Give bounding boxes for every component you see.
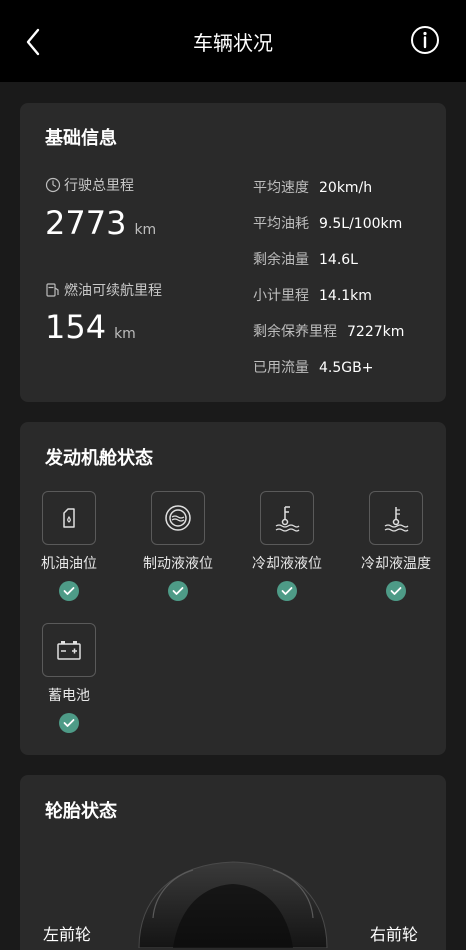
engine-item-brake-fluid[interactable]: 制动液液位 [130,491,226,601]
stat-trip: 小计里程 14.1km [253,285,372,305]
top-bar: 车辆状况 [0,0,466,82]
engine-item-label: 制动液液位 [143,556,213,572]
stat-key: 剩余保养里程 [253,324,337,340]
engine-item-oil-level[interactable]: 机油油位 [21,491,117,601]
engine-item-label: 冷却液温度 [361,556,431,572]
engine-item-coolant-level[interactable]: 冷却液液位 [239,491,335,601]
total-mileage-label-row: 行驶总里程 [45,175,134,195]
stat-value: 20km/h [319,180,373,196]
engine-item-label: 冷却液液位 [252,556,322,572]
speedometer-icon [45,177,61,193]
stat-value: 14.1km [319,288,372,304]
oil-can-icon [42,491,96,545]
engine-item-battery[interactable]: 蓄电池 [21,623,117,733]
car-top-view-image [138,861,328,948]
ok-check-icon [277,581,297,601]
stat-value: 7227km [347,324,405,340]
stat-key: 已用流量 [253,360,309,376]
stat-key: 平均油耗 [253,216,309,232]
range-label: 燃油可续航里程 [64,283,162,299]
total-mileage-value-row: 2773 km [45,204,156,242]
tire-status-card: 轮胎状态 左前轮 右前轮 [20,775,446,950]
stat-key: 小计里程 [253,288,309,304]
ok-check-icon [168,581,188,601]
stat-data-used: 已用流量 4.5GB+ [253,357,373,377]
stat-value: 4.5GB+ [319,360,374,376]
total-mileage-unit: km [134,222,157,238]
stat-key: 平均速度 [253,180,309,196]
fuel-pump-icon [46,283,59,297]
range-label-row: 燃油可续航里程 [45,280,162,300]
engine-status-title: 发动机舱状态 [45,448,153,469]
ok-check-icon [59,581,79,601]
info-icon[interactable] [409,24,441,56]
ok-check-icon [386,581,406,601]
front-left-tire-label: 左前轮 [43,925,92,944]
total-mileage-label: 行驶总里程 [64,178,134,194]
page-title: 车辆状况 [193,31,273,55]
stat-maintenance: 剩余保养里程 7227km [253,321,404,341]
coolant-temp-icon [369,491,423,545]
stat-avg-speed: 平均速度 20km/h [253,177,372,197]
total-mileage-value: 2773 [45,204,127,242]
stat-value: 14.6L [319,252,358,268]
range-value-row: 154 km [45,308,136,346]
ok-check-icon [59,713,79,733]
basic-info-title: 基础信息 [45,128,117,149]
stat-fuel-left: 剩余油量 14.6L [253,249,358,269]
engine-status-card: 发动机舱状态 机油油位 制动液液位 冷却液液位 冷却液温度 蓄电池 [20,422,446,755]
range-unit: km [114,326,136,342]
range-value: 154 [45,308,107,346]
engine-item-label: 机油油位 [41,556,97,572]
stat-value: 9.5L/100km [319,216,403,232]
front-right-tire-label: 右前轮 [370,925,419,944]
tire-status-title: 轮胎状态 [45,801,117,822]
brake-fluid-icon [151,491,205,545]
coolant-level-icon [260,491,314,545]
stat-avg-fuel: 平均油耗 9.5L/100km [253,213,402,233]
engine-item-coolant-temp[interactable]: 冷却液温度 [348,491,444,601]
engine-item-label: 蓄电池 [48,688,90,704]
basic-info-card: 基础信息 行驶总里程 2773 km 燃油可续航里程 154 km 平均速度 20km… [20,103,446,402]
battery-icon [42,623,96,677]
stat-key: 剩余油量 [253,252,309,268]
